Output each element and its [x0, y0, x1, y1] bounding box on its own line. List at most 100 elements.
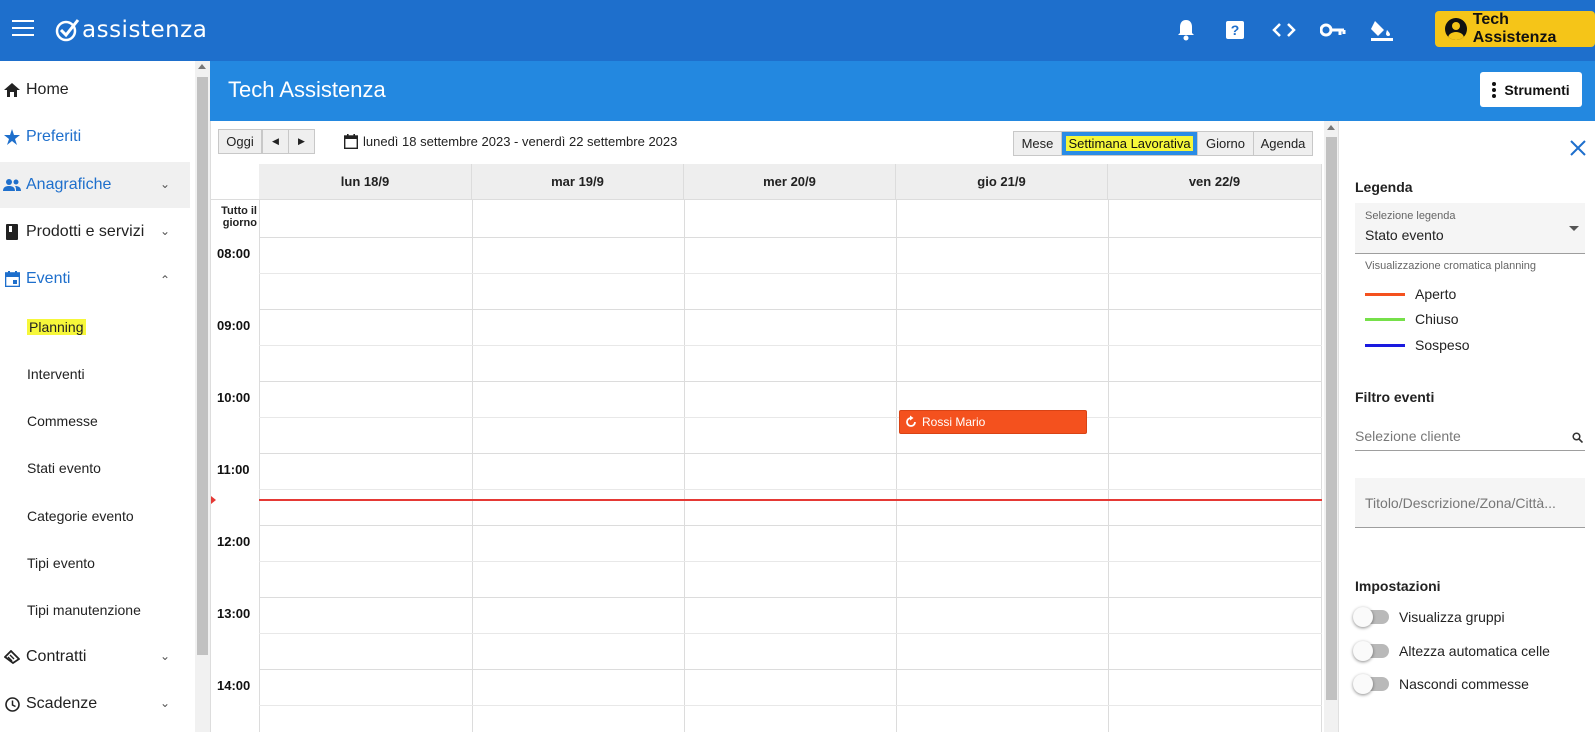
sidebar-subitem-interventi[interactable]: Interventi [27, 366, 85, 382]
code-icon[interactable] [1270, 16, 1298, 44]
calendar-icon [0, 271, 25, 287]
legend-item: Chiuso [1365, 311, 1459, 327]
view-workweek-button[interactable]: Settimana Lavorativa [1061, 131, 1198, 156]
page-title: Tech Assistenza [228, 77, 386, 102]
client-select-field[interactable]: Selezione cliente [1355, 421, 1585, 451]
date-range[interactable]: lunedì 18 settembre 2023 - venerdì 22 se… [344, 134, 677, 149]
app-logo[interactable]: assistenza [54, 14, 207, 46]
grid-line [259, 345, 1322, 346]
event-title: Rossi Mario [922, 415, 986, 429]
legend-label: Chiuso [1415, 311, 1459, 327]
sidebar-item-label: Home [26, 81, 69, 98]
day-header[interactable]: ven 22/9 [1108, 164, 1322, 200]
sidebar-subitem-planning[interactable]: Planning [27, 319, 86, 335]
legend-item: Sospeso [1365, 337, 1469, 353]
current-time-indicator [259, 499, 1322, 501]
toggle-switch[interactable] [1353, 641, 1389, 661]
toggle-switch[interactable] [1353, 674, 1389, 694]
day-header[interactable]: mer 20/9 [684, 164, 896, 200]
view-day-button[interactable]: Giorno [1197, 131, 1254, 156]
sidebar-item-home[interactable]: Home [0, 67, 190, 113]
close-icon[interactable] [1569, 139, 1589, 159]
grid-line [259, 381, 1322, 382]
side-panel: Legenda Selezione legenda Stato evento V… [1338, 121, 1595, 732]
sidebar-item-label: Scadenze [26, 695, 98, 712]
view-agenda-button[interactable]: Agenda [1253, 131, 1313, 156]
sidebar-subitem-categorie-evento[interactable]: Categorie evento [27, 508, 134, 524]
day-header[interactable]: lun 18/9 [259, 164, 472, 200]
sidebar-subitem-stati-evento[interactable]: Stati evento [27, 460, 101, 476]
sidebar-item-anagrafiche[interactable]: Anagrafiche ⌄ [0, 162, 190, 208]
today-button[interactable]: Oggi [218, 129, 262, 154]
grid-line [259, 561, 1322, 562]
calendar: Oggi ◀ ▶ lunedì 18 settembre 2023 - vene… [210, 121, 1339, 732]
contract-icon [0, 650, 25, 664]
sidebar-item-label: Anagrafiche [26, 176, 112, 193]
sidebar-item-label: Eventi [26, 270, 71, 287]
legend-item: Aperto [1365, 286, 1456, 302]
calendar-event[interactable]: Rossi Mario [899, 410, 1087, 434]
legend-swatch [1365, 343, 1405, 347]
legend-select-label: Selezione legenda [1365, 210, 1456, 222]
toggle-altezza-automatica[interactable]: Altezza automatica celle [1353, 641, 1550, 661]
search-icon [1572, 432, 1583, 443]
legend-hint: Visualizzazione cromatica planning [1365, 260, 1537, 272]
sidebar-item-scadenze[interactable]: Scadenze ⌄ [0, 681, 190, 727]
sidebar-subitem-tipi-evento[interactable]: Tipi evento [27, 555, 95, 571]
legend-label: Sospeso [1415, 337, 1470, 353]
grid-line [684, 200, 685, 732]
sidebar-subitem-tipi-manutenzione[interactable]: Tipi manutenzione [27, 602, 141, 618]
home-icon [0, 83, 25, 97]
scroll-up-arrow-icon[interactable] [198, 64, 206, 69]
day-header[interactable]: mar 19/9 [472, 164, 684, 200]
calendar-scrollbar[interactable] [1324, 121, 1339, 732]
sidebar-scrollbar-thumb[interactable] [197, 77, 208, 655]
clock-icon [0, 696, 25, 712]
grid-line [259, 273, 1322, 274]
calendar-icon [344, 134, 358, 149]
time-label: 10:00 [217, 390, 251, 405]
day-header[interactable]: gio 21/9 [896, 164, 1108, 200]
view-month-button[interactable]: Mese [1013, 131, 1062, 156]
paint-bucket-icon[interactable] [1368, 16, 1396, 44]
people-icon [0, 179, 25, 191]
prev-button[interactable]: ◀ [262, 129, 289, 154]
help-icon[interactable]: ? [1221, 16, 1249, 44]
legend-select[interactable]: Selezione legenda Stato evento [1355, 203, 1585, 254]
grid-line [472, 200, 473, 732]
search-placeholder: Titolo/Descrizione/Zona/Città... [1365, 495, 1556, 511]
date-range-text: lunedì 18 settembre 2023 - venerdì 22 se… [363, 134, 678, 149]
scroll-up-arrow-icon[interactable] [1327, 125, 1335, 130]
bell-icon[interactable] [1172, 16, 1200, 44]
star-icon [0, 129, 25, 145]
next-button[interactable]: ▶ [288, 129, 315, 154]
time-label: 08:00 [217, 246, 251, 261]
sidebar-item-preferiti[interactable]: Preferiti [0, 114, 190, 160]
sidebar-item-eventi[interactable]: Eventi ⌃ [0, 256, 190, 302]
sidebar-subitem-commesse[interactable]: Commesse [27, 413, 98, 429]
menu-icon[interactable] [12, 20, 34, 38]
toggle-nascondi-commesse[interactable]: Nascondi commesse [1353, 674, 1529, 694]
sidebar-subitem-label: Planning [27, 319, 86, 335]
grid-line [259, 200, 260, 732]
sidebar-item-contratti[interactable]: Contratti ⌄ [0, 634, 190, 680]
grid-line [259, 489, 1322, 490]
week-grid: lun 18/9 mar 19/9 mer 20/9 gio 21/9 ven … [211, 164, 1324, 732]
sidebar-item-prodotti[interactable]: Prodotti e servizi ⌄ [0, 209, 190, 255]
repeat-icon [906, 415, 916, 427]
search-input[interactable]: Titolo/Descrizione/Zona/Città... [1355, 478, 1585, 528]
page-header: Tech Assistenza Strumenti [210, 61, 1595, 121]
calendar-scrollbar-thumb[interactable] [1326, 137, 1337, 700]
key-icon[interactable] [1319, 16, 1347, 44]
toggle-switch[interactable] [1353, 607, 1389, 627]
grid-line [259, 597, 1322, 598]
tools-button[interactable]: Strumenti [1480, 72, 1582, 107]
book-icon [0, 224, 25, 240]
settings-title: Impostazioni [1355, 578, 1441, 594]
filter-title: Filtro eventi [1355, 389, 1435, 405]
toggle-visualizza-gruppi[interactable]: Visualizza gruppi [1353, 607, 1505, 627]
user-menu-button[interactable]: Tech Assistenza [1435, 11, 1595, 47]
grid-line [259, 525, 1322, 526]
legend-label: Aperto [1415, 286, 1457, 302]
tools-label: Strumenti [1504, 81, 1570, 98]
